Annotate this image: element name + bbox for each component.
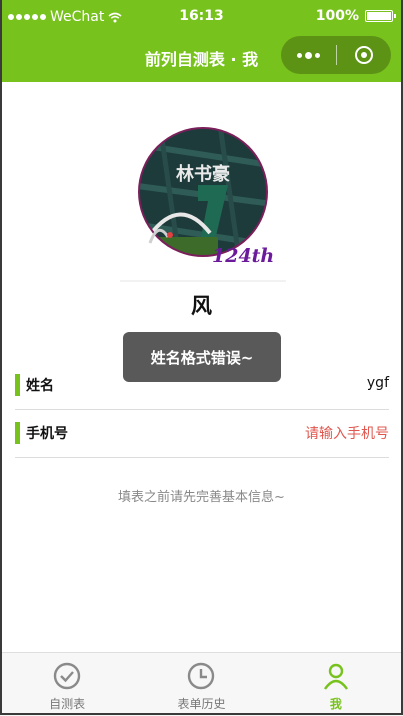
tab-bar: 自测表 表单历史 我 (0, 652, 403, 716)
close-mini-program-button[interactable] (337, 46, 392, 64)
top-bar: WeChat 16:13 100% 前列自测表 · 我 (0, 0, 403, 82)
phone-row[interactable]: 手机号 请输入手机号 (15, 409, 389, 458)
tab-self-test[interactable]: 自测表 (0, 653, 134, 716)
row-accent-bar (15, 422, 20, 444)
avatar-badge: 124th (212, 245, 274, 267)
check-circle-icon (53, 662, 81, 690)
profile-name: 风 (191, 294, 212, 318)
user-icon (323, 663, 348, 690)
name-input[interactable]: ygf (367, 375, 389, 391)
phone-input[interactable]: 请输入手机号 (305, 423, 389, 443)
avatar[interactable]: 林书豪 124th (120, 125, 286, 283)
clock-icon (188, 662, 215, 690)
tab-me[interactable]: 我 (269, 653, 403, 716)
status-bar: WeChat 16:13 100% (0, 0, 403, 34)
avatar-chars: 林书豪 (176, 163, 230, 185)
more-menu-icon[interactable] (281, 51, 336, 59)
name-label: 姓名 (26, 378, 54, 394)
mini-program-capsule (281, 36, 391, 74)
row-accent-bar (15, 374, 20, 396)
tab-label: 我 (329, 697, 342, 711)
phone-label: 手机号 (26, 426, 68, 442)
battery-icon (365, 10, 396, 22)
tab-label: 表单历史 (177, 697, 226, 711)
error-toast: 姓名格式错误~ (123, 332, 281, 382)
tab-label: 自测表 (49, 697, 86, 711)
tab-form-history[interactable]: 表单历史 (134, 653, 268, 716)
close-ring-icon (354, 46, 373, 64)
battery-percent: 100% (315, 8, 359, 24)
info-hint: 填表之前请先完善基本信息~ (118, 490, 285, 505)
